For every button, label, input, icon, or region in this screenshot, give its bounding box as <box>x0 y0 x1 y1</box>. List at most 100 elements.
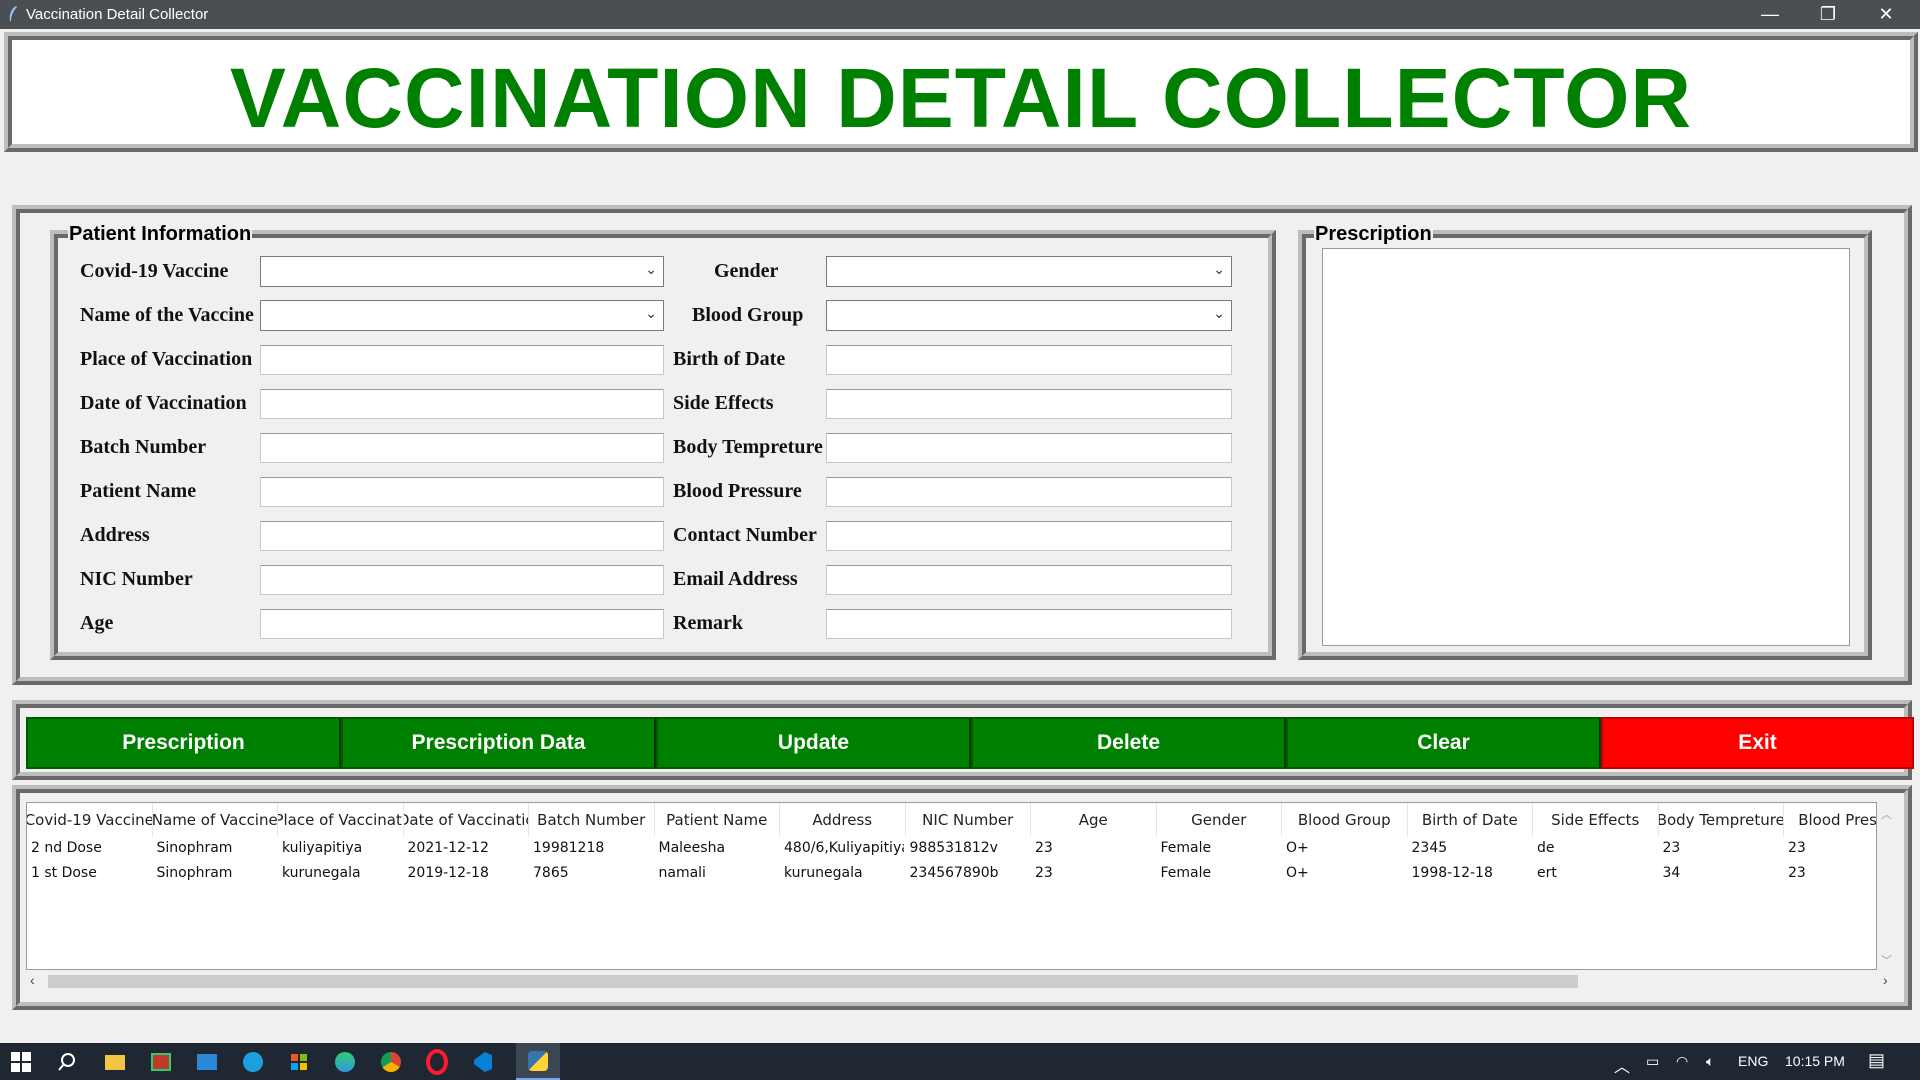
prescription-legend: Prescription <box>1314 223 1433 246</box>
vscode-icon[interactable] <box>470 1049 496 1075</box>
column-header[interactable]: Covid-19 Vaccine <box>27 803 153 836</box>
address-input[interactable] <box>260 521 664 551</box>
side-effects-input[interactable] <box>826 389 1232 419</box>
table-cell: 1 st Dose <box>31 865 97 881</box>
chevron-down-icon[interactable]: ⌄ <box>1213 305 1225 322</box>
column-header[interactable]: Date of Vaccinatic <box>404 803 529 836</box>
table-cell: 2345 <box>1411 840 1448 856</box>
mail-icon[interactable] <box>194 1049 220 1075</box>
column-header[interactable]: Body Tempreture <box>1659 803 1784 836</box>
table-cell: de <box>1537 840 1555 856</box>
column-header[interactable]: Place of Vaccinati <box>278 803 404 836</box>
blood-pressure-label: Blood Pressure <box>673 480 802 502</box>
page-title: VACCINATION DETAIL COLLECTOR <box>229 51 1693 145</box>
volume-icon[interactable]: 🔈︎ <box>1706 1053 1714 1070</box>
edge-icon[interactable] <box>240 1049 266 1075</box>
update-button[interactable]: Update <box>656 717 971 769</box>
store-icon[interactable] <box>286 1049 312 1075</box>
date-of-vaccination-input[interactable] <box>260 389 664 419</box>
place-of-vaccination-label: Place of Vaccination <box>80 348 253 370</box>
scroll-up-icon[interactable]: ︿ <box>1881 806 1892 822</box>
column-header[interactable]: Name of Vaccine <box>153 803 278 836</box>
header-frame: VACCINATION DETAIL COLLECTOR <box>4 32 1918 152</box>
horizontal-scroll-thumb[interactable] <box>48 975 1578 988</box>
table-cell: 234567890b <box>909 865 999 881</box>
name-of-the-vaccine-combobox[interactable]: ⌄ <box>260 300 664 331</box>
side-effects-label: Side Effects <box>673 392 774 414</box>
language-indicator[interactable]: ENG <box>1738 1053 1768 1069</box>
table-cell: kuliyapitiya <box>282 840 363 856</box>
spacer <box>0 152 1920 192</box>
age-label: Age <box>80 612 114 634</box>
blood-group-combobox[interactable]: ⌄ <box>826 300 1232 331</box>
body-tempreture-label: Body Tempreture <box>673 436 823 458</box>
column-header[interactable]: Blood Pressu <box>1784 803 1876 836</box>
body-tempreture-input[interactable] <box>826 433 1232 463</box>
table-cell: Female <box>1160 865 1212 881</box>
name-of-the-vaccine-label: Name of the Vaccine <box>80 304 254 326</box>
column-header[interactable]: Batch Number <box>529 803 655 836</box>
table-row[interactable]: 1 st Dose Sinophram kurunegala 2019-12-18 78… <box>27 863 1876 888</box>
prescription-button[interactable]: Prescription <box>26 717 341 769</box>
table-cell: kurunegala <box>282 865 361 881</box>
notification-icon[interactable]: ▤ <box>1868 1050 1885 1071</box>
vertical-scrollbar[interactable]: ︿ ﹀ <box>1877 802 1897 970</box>
scroll-right-icon[interactable]: › <box>1883 972 1888 988</box>
birth-of-date-label: Birth of Date <box>673 348 786 370</box>
window-title-bar: Vaccination Detail Collector — ❐ ✕ <box>0 0 1920 29</box>
app-icon[interactable] <box>332 1049 358 1075</box>
column-header[interactable]: NIC Number <box>906 803 1031 836</box>
birth-of-date-input[interactable] <box>826 345 1232 375</box>
gender-combobox[interactable]: ⌄ <box>826 256 1232 287</box>
exit-button[interactable]: Exit <box>1601 717 1914 769</box>
opera-icon[interactable] <box>424 1049 450 1075</box>
column-header[interactable]: Birth of Date <box>1408 803 1533 836</box>
column-header[interactable]: Age <box>1031 803 1157 836</box>
contact-number-input[interactable] <box>826 521 1232 551</box>
records-table[interactable]: Covid-19 Vaccine Name of Vaccine Place of … <box>26 802 1877 970</box>
windows-start-icon[interactable] <box>8 1049 34 1075</box>
minimize-button[interactable]: — <box>1741 0 1799 29</box>
chrome-icon[interactable] <box>378 1049 404 1075</box>
clock[interactable]: 10:15 PM <box>1785 1053 1845 1069</box>
chevron-up-icon[interactable]: ︿ <box>1614 1053 1630 1077</box>
prescription-textarea[interactable] <box>1322 248 1850 646</box>
place-of-vaccination-input[interactable] <box>260 345 664 375</box>
scroll-down-icon[interactable]: ﹀ <box>1881 952 1892 968</box>
age-input[interactable] <box>260 609 664 639</box>
chevron-down-icon[interactable]: ⌄ <box>645 305 657 322</box>
column-header[interactable]: Blood Group <box>1282 803 1408 836</box>
remark-input[interactable] <box>826 609 1232 639</box>
column-header[interactable]: Address <box>780 803 906 836</box>
nic-number-input[interactable] <box>260 565 664 595</box>
chevron-down-icon[interactable]: ⌄ <box>1213 261 1225 278</box>
restore-button[interactable]: ❐ <box>1799 0 1857 29</box>
battery-icon[interactable]: ▭ <box>1646 1053 1659 1070</box>
column-header[interactable]: Side Effects <box>1533 803 1659 836</box>
active-app-highlight[interactable] <box>516 1043 560 1080</box>
patient-name-input[interactable] <box>260 477 664 507</box>
app-icon[interactable] <box>148 1049 174 1075</box>
scroll-left-icon[interactable]: ‹ <box>30 972 35 988</box>
file-explorer-icon[interactable] <box>102 1049 128 1075</box>
wifi-icon[interactable]: ◠ <box>1676 1053 1688 1070</box>
blood-pressure-input[interactable] <box>826 477 1232 507</box>
delete-button[interactable]: Delete <box>971 717 1286 769</box>
close-button[interactable]: ✕ <box>1857 0 1915 29</box>
column-header[interactable]: Gender <box>1157 803 1282 836</box>
covid-19-vaccine-combobox[interactable]: ⌄ <box>260 256 664 287</box>
chevron-down-icon[interactable]: ⌄ <box>645 261 657 278</box>
clear-button[interactable]: Clear <box>1286 717 1601 769</box>
email-address-label: Email Address <box>673 568 798 590</box>
search-icon[interactable] <box>54 1049 80 1075</box>
email-address-input[interactable] <box>826 565 1232 595</box>
blood-group-label: Blood Group <box>692 304 804 326</box>
taskbar: ︿ ▭ ◠ 🔈︎ ENG 10:15 PM ▤ <box>0 1043 1920 1080</box>
column-header[interactable]: Patient Name <box>655 803 780 836</box>
table-cell: 1998-12-18 <box>1411 865 1493 881</box>
batch-number-input[interactable] <box>260 433 664 463</box>
table-row[interactable]: 2 nd Dose Sinophram kuliyapitiya 2021-12-12… <box>27 838 1876 863</box>
horizontal-scrollbar[interactable]: ‹ › <box>26 970 1897 992</box>
prescription-data-button[interactable]: Prescription Data <box>341 717 656 769</box>
patient-name-label: Patient Name <box>80 480 197 502</box>
